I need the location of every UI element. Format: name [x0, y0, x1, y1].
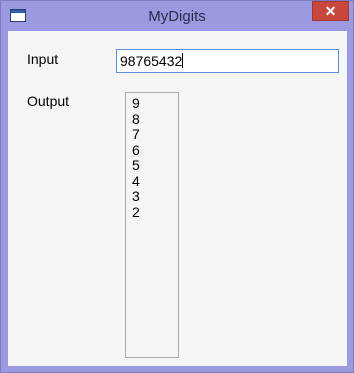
input-label: Input — [27, 51, 59, 67]
list-item[interactable]: 9 — [132, 95, 178, 112]
list-item[interactable]: 7 — [132, 126, 178, 143]
close-icon: ✕ — [324, 3, 337, 19]
app-window: MyDigits ✕ Input 98765432 Output 9 8 7 6… — [0, 0, 354, 373]
list-item[interactable]: 3 — [132, 188, 178, 205]
input-value: 98765432 — [120, 53, 183, 69]
window-title: MyDigits — [148, 8, 206, 25]
title-bar[interactable]: MyDigits ✕ — [1, 1, 353, 31]
list-item[interactable]: 5 — [132, 157, 178, 174]
list-item[interactable]: 2 — [132, 204, 178, 221]
list-item[interactable]: 6 — [132, 142, 178, 159]
text-caret — [182, 53, 184, 68]
list-item[interactable]: 4 — [132, 173, 178, 190]
list-item[interactable]: 8 — [132, 111, 178, 128]
close-button[interactable]: ✕ — [312, 1, 349, 21]
output-listbox[interactable]: 9 8 7 6 5 4 3 2 — [125, 92, 179, 358]
client-area: Input 98765432 Output 9 8 7 6 5 4 3 2 — [8, 31, 347, 366]
input-field[interactable]: 98765432 — [116, 49, 339, 73]
output-label: Output — [27, 93, 70, 109]
